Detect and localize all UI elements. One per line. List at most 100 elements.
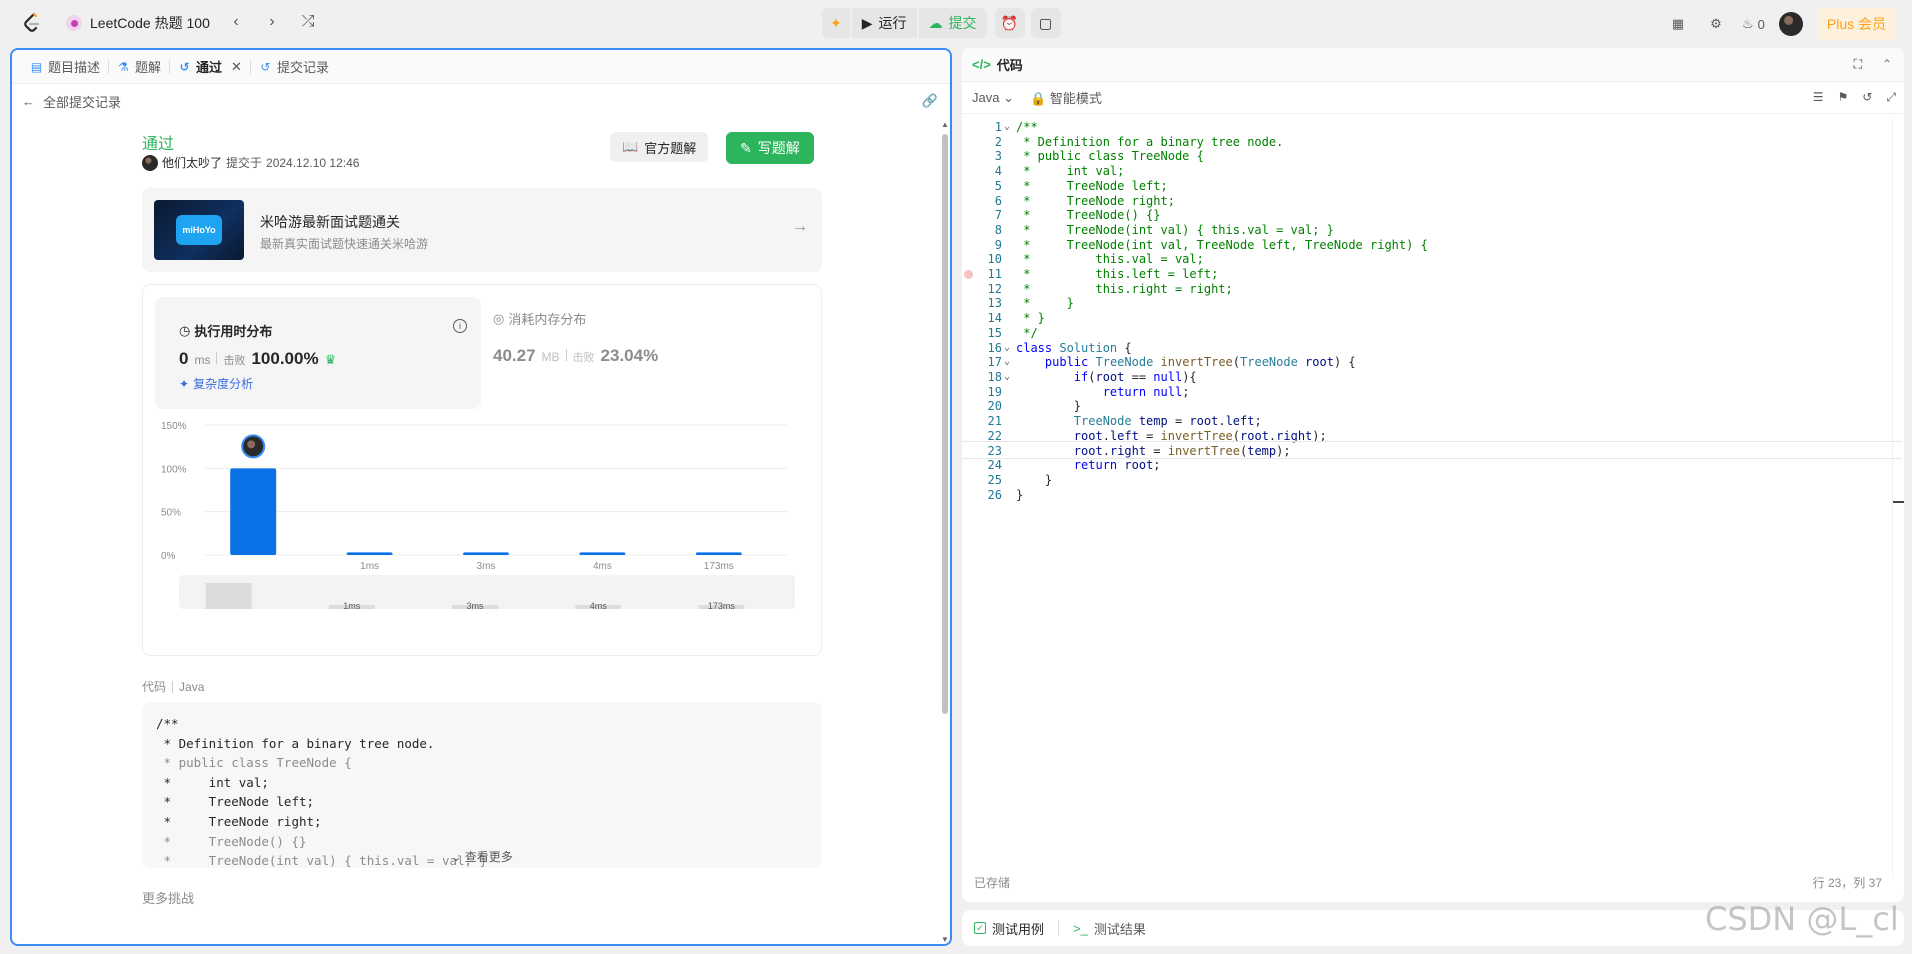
y-tick-label: 150%	[161, 421, 187, 432]
cursor-marker	[1893, 501, 1904, 503]
language-label: Java	[972, 89, 1000, 105]
tab-label: 题解	[135, 60, 162, 75]
scrollbar-thumb[interactable]	[942, 134, 948, 714]
line-number[interactable]: 26	[962, 486, 1002, 504]
user-avatar[interactable]	[1778, 12, 1803, 36]
runtime-beats: 100.00%	[251, 349, 319, 368]
tab-solutions[interactable]: ⚗ 题解	[109, 57, 169, 76]
y-tick-label: 50%	[161, 508, 181, 519]
layout-icon[interactable]: ▦	[1666, 12, 1690, 36]
cursor-position: 行 23，列 37	[1812, 876, 1882, 890]
streak-counter[interactable]: ♨ 0	[1742, 16, 1765, 32]
author-avatar[interactable]	[142, 154, 158, 171]
submitted-code-preview: /** * Definition for a binary tree node.…	[142, 702, 822, 868]
more-challenges-heading: 更多挑战	[142, 891, 195, 906]
shuffle-icon[interactable]: ⤮	[298, 12, 318, 32]
tab-accepted[interactable]: ↺ 通过 ✕	[170, 57, 250, 76]
lock-icon: 🔒	[1030, 91, 1047, 106]
smart-mode-toggle[interactable]: 🔒 智能模式	[1030, 88, 1102, 107]
leetcode-logo-icon[interactable]	[20, 11, 44, 35]
next-problem-icon[interactable]: ›	[262, 12, 282, 32]
tab-test-result[interactable]: >_ 测试结果	[1073, 919, 1146, 938]
plus-member-button[interactable]: Plus 会员	[1816, 8, 1896, 40]
bar	[230, 468, 277, 555]
code-line[interactable]: 26}	[962, 486, 1902, 504]
back-to-submissions[interactable]: ← 全部提交记录 🔗	[12, 84, 950, 118]
test-result-label: 测试结果	[1093, 921, 1146, 937]
prev-problem-icon[interactable]: ‹	[226, 12, 246, 32]
bar	[579, 552, 626, 555]
notes-button[interactable]: ▢	[1030, 8, 1061, 38]
arrow-right-icon: →	[792, 218, 808, 235]
runtime-beats-label: 击败	[223, 355, 246, 367]
view-more-button[interactable]: ⌄ 查看更多	[142, 848, 822, 865]
write-solution-label: 写题解	[757, 140, 800, 156]
promo-banner[interactable]: miHoYo 米哈游最新面试题通关 最新真实面试题快速通关米哈游 →	[142, 188, 822, 272]
breakpoint-marker[interactable]	[964, 270, 973, 279]
y-tick-label: 100%	[161, 464, 187, 475]
editor-toolbar: Java ⌄ 🔒 智能模式 ☰ ⚑ ↺ ⤢	[962, 82, 1904, 114]
bar	[463, 552, 509, 555]
write-solution-button[interactable]: ✎ 写题解	[726, 132, 814, 164]
share-link-icon[interactable]: 🔗	[922, 93, 938, 109]
scroll-down-icon[interactable]: ▼	[941, 935, 949, 944]
left-tabs: ▤ 题目描述 ⚗ 题解 ↺ 通过 ✕ ↺ 提交记录	[12, 50, 950, 84]
y-tick-label: 0%	[161, 551, 176, 562]
memory-stats[interactable]: ◎ 消耗内存分布 40.27 MB 击败 23.04%	[493, 309, 658, 366]
bookmark-icon[interactable]: ⚑	[1838, 90, 1849, 105]
code-label: 代码	[142, 680, 167, 694]
memory-beats: 23.04%	[600, 346, 659, 365]
left-scrollbar[interactable]: ▲ ▼	[940, 120, 950, 944]
submit-button[interactable]: ☁ 提交	[918, 8, 987, 38]
editor-scrollbar[interactable]	[1892, 118, 1904, 878]
expand-icon[interactable]: ⤢	[1886, 90, 1896, 105]
note-icon: ▢	[1038, 14, 1053, 31]
overview-strip	[179, 575, 795, 609]
code-editor[interactable]: 1 ⌄/** 2 * Definition for a binary tree no…	[962, 118, 1904, 878]
code-preview-line: * public class TreeNode {	[156, 755, 352, 771]
code-preview-line: /**	[156, 716, 179, 731]
official-solution-button[interactable]: 📖 官方题解	[610, 132, 709, 162]
mode-label: 智能模式	[1049, 91, 1102, 106]
code-preview-line: * int val;	[156, 774, 269, 790]
testcase-label: 测试用例	[992, 921, 1045, 937]
runtime-distribution-chart[interactable]: 0% 50% 100% 150% 1ms 3ms 4ms 173ms 1ms 3ms 4ms 173m…	[155, 415, 815, 655]
author-name[interactable]: 他们太吵了	[162, 154, 222, 171]
clock-icon: ◷	[179, 322, 191, 338]
memory-value: 40.27	[493, 346, 536, 365]
format-icon[interactable]: ☰	[1813, 90, 1824, 105]
bug-icon: ✦	[830, 14, 842, 31]
fullscreen-icon[interactable]: ⛶	[1854, 57, 1862, 72]
document-icon: ▤	[30, 59, 43, 74]
checkbox-icon: ✓	[974, 922, 986, 934]
tab-testcase[interactable]: ✓ 测试用例	[974, 919, 1044, 938]
complexity-analysis-link[interactable]: ✦ 复杂度分析	[179, 375, 253, 392]
code-panel-header: </> 代码 ⛶ ⌃	[962, 48, 1904, 82]
divider	[172, 680, 174, 693]
banner-thumbnail: miHoYo	[154, 200, 244, 260]
tab-description[interactable]: ▤ 题目描述	[22, 57, 108, 76]
close-tab-icon[interactable]: ✕	[231, 59, 242, 75]
runtime-title-text: 执行用时分布	[194, 324, 273, 339]
tab-submissions[interactable]: ↺ 提交记录	[251, 57, 337, 76]
code-panel-title: 代码	[996, 58, 1023, 73]
runtime-title: ◷ 执行用时分布	[179, 321, 272, 340]
settings-gear-icon[interactable]: ⚙	[1704, 12, 1728, 36]
banner-logo-text: miHoYo	[176, 215, 222, 245]
problem-list-icon	[66, 15, 82, 31]
arrow-left-icon: ←	[22, 93, 35, 109]
reset-icon[interactable]: ↺	[1862, 90, 1872, 105]
cloud-upload-icon: ☁	[928, 14, 943, 31]
run-button[interactable]: ▶ 运行	[851, 8, 917, 38]
info-icon[interactable]: i	[453, 319, 467, 333]
problem-list-selector[interactable]: LeetCode 热题 100	[66, 13, 210, 33]
language-select[interactable]: Java ⌄	[972, 90, 1014, 106]
code-text: }	[1016, 487, 1024, 502]
runtime-stats[interactable]: ◷ 执行用时分布 i 0 ms 击败 100.00% ♛ ✦ 复杂度分析	[155, 297, 481, 409]
top-bar: LeetCode 热题 100 ‹ › ⤮ ✦ ▶ 运行 ☁ 提交 ⏰ ▢ ▦ ⚙ …	[0, 0, 1912, 46]
scroll-up-icon[interactable]: ▲	[941, 120, 949, 129]
x-tick-label: 1ms	[360, 561, 379, 572]
timer-button[interactable]: ⏰	[994, 8, 1025, 38]
debug-button[interactable]: ✦	[822, 8, 850, 38]
collapse-icon[interactable]: ⌃	[1882, 57, 1892, 71]
